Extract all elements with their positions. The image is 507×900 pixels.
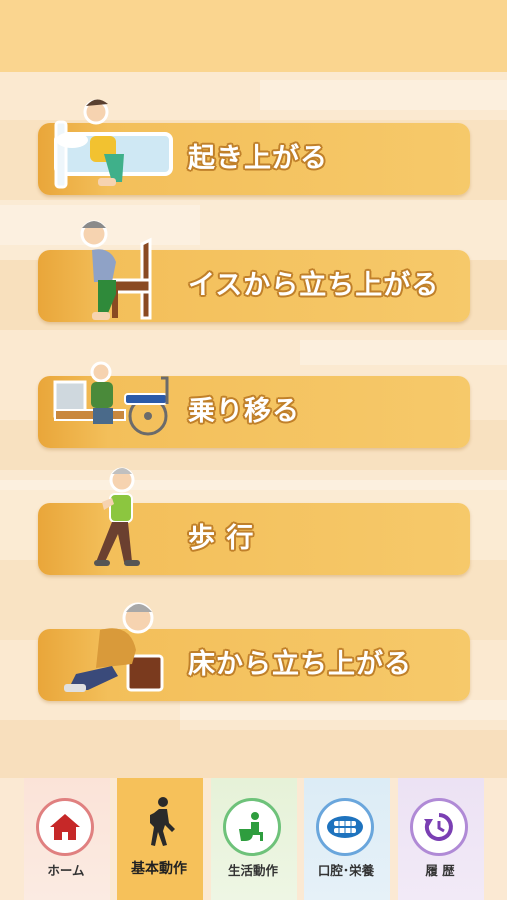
tab-label: 履 歴 [425, 863, 455, 878]
tab-basic-movements[interactable]: 基本動作 [117, 778, 203, 900]
mouth-teeth-icon [316, 798, 374, 856]
person-standing-from-chair-icon [72, 214, 162, 326]
person-walking-icon [80, 464, 150, 576]
menu-label: 乗り移る [188, 396, 300, 427]
bottom-navigation: ホーム 基本動作 生活動作 口腔･栄養 履 歴 [0, 778, 507, 900]
tab-label: 口腔･栄養 [317, 863, 375, 878]
app-header [0, 0, 507, 72]
tab-label: 基本動作 [131, 861, 187, 877]
menu-label: 起き上がる [188, 143, 328, 174]
person-transferring-to-wheelchair-icon [53, 360, 173, 444]
menu-label: イスから立ち上がる [188, 270, 440, 301]
person-getting-up-from-bed-icon [52, 92, 177, 196]
toilet-person-icon [223, 798, 281, 856]
tab-history[interactable]: 履 歴 [398, 778, 484, 900]
person-rising-from-floor-icon [60, 596, 170, 700]
tab-home[interactable]: ホーム [24, 778, 110, 900]
tab-label: ホーム [47, 863, 85, 878]
menu-label: 歩 行 [188, 523, 255, 554]
menu-label: 床から立ち上がる [188, 649, 412, 680]
tab-oral-nutrition[interactable]: 口腔･栄養 [304, 778, 390, 900]
tab-daily-living[interactable]: 生活動作 [211, 778, 297, 900]
history-icon [410, 798, 468, 856]
walking-person-icon [145, 796, 179, 850]
home-icon [36, 798, 94, 856]
tab-label: 生活動作 [227, 863, 278, 878]
